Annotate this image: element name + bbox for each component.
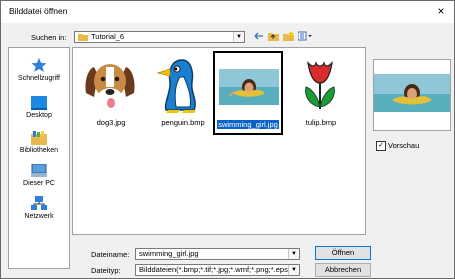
place-label: Schnellzugriff [18,75,60,82]
back-arrow-icon[interactable] [254,31,264,41]
place-desktop[interactable]: Desktop [9,96,69,119]
file-name: dog3.jpg [96,118,126,127]
file-name: swimming_girl.jpg [217,120,279,129]
preview-pane [373,59,451,131]
file-list: dog3.jpg penguin.bmp swimming_girl.jpg t… [72,47,366,235]
file-item-dog3[interactable]: dog3.jpg [76,51,146,135]
chevron-down-icon: ▼ [233,32,244,42]
chevron-down-icon: ▼ [288,249,299,259]
folder-up-icon[interactable] [268,31,279,41]
desktop-icon [31,96,47,110]
file-item-swimming-girl[interactable]: swimming_girl.jpg [213,51,283,135]
file-name: penguin.bmp [161,118,205,127]
preview-checkbox-label: Vorschau [388,141,420,150]
folder-icon [78,34,88,41]
place-label: Dieser PC [23,180,55,187]
filetype-label: Dateityp: [91,266,121,275]
place-label: Netzwerk [24,213,54,220]
tulip-thumbnail [290,55,350,115]
new-folder-icon[interactable] [283,31,294,41]
open-button[interactable]: Öffnen [315,246,371,260]
look-in-value: Tutorial_6 [91,32,125,41]
star-icon [31,58,47,72]
close-button[interactable]: × [430,2,452,20]
preview-checkbox[interactable]: ✓ [376,141,386,151]
dialog-title: Bilddatei öffnen [9,6,68,16]
places-bar: Schnellzugriff Desktop Bibliotheken Dies… [8,47,70,269]
computer-icon [31,164,47,177]
view-menu-icon[interactable] [298,31,312,41]
chevron-down-icon: ▼ [288,265,299,275]
filename-label: Dateiname: [91,250,130,259]
place-this-pc[interactable]: Dieser PC [9,164,69,187]
place-label: Desktop [26,112,52,119]
look-in-label: Suchen in: [31,33,67,42]
filetype-select[interactable]: Bilddateien(*.bmp;*.tif;*.jpg;*.wmf;*.pn… [135,264,300,276]
swimming-girl-thumbnail [219,57,279,117]
network-icon [31,196,47,210]
penguin-thumbnail [152,55,212,115]
look-in-combo[interactable]: Tutorial_6 ▼ [74,31,245,43]
dog-thumbnail [80,55,140,115]
place-libraries[interactable]: Bibliotheken [9,131,69,154]
filetype-value: Bilddateien(*.bmp;*.tif;*.jpg;*.wmf;*.pn… [139,265,300,274]
filename-input[interactable]: swimming_girl.jpg ▼ [135,248,300,260]
file-item-penguin[interactable]: penguin.bmp [148,51,218,135]
file-open-dialog: Bilddatei öffnen × Suchen in: Tutorial_6… [0,0,455,279]
place-label: Bibliotheken [19,147,59,154]
file-item-tulip[interactable]: tulip.bmp [286,51,356,135]
place-network[interactable]: Netzwerk [9,196,69,220]
title-bar: Bilddatei öffnen × [1,1,454,23]
place-quick-access[interactable]: Schnellzugriff [9,58,69,82]
library-icon [31,131,47,145]
cancel-button[interactable]: Abbrechen [315,263,371,277]
file-name: tulip.bmp [305,118,337,127]
preview-image [374,60,450,130]
filename-value: swimming_girl.jpg [139,249,199,258]
